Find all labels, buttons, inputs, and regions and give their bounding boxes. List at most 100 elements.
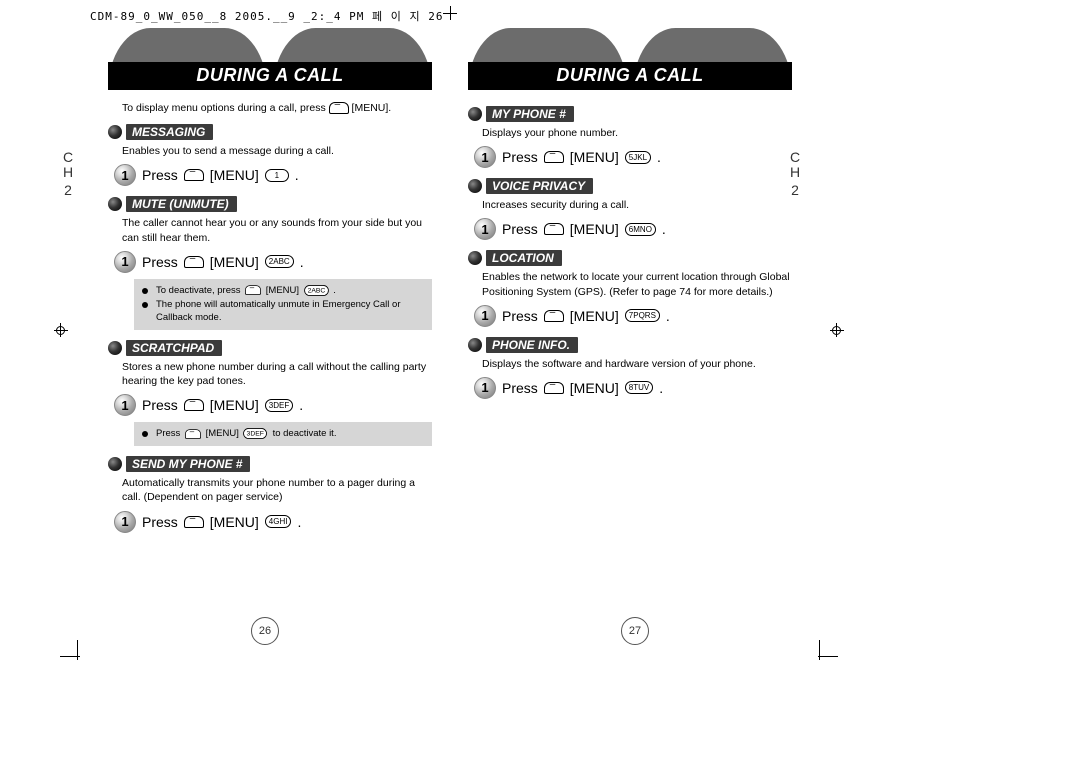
step-text: [MENU] <box>210 167 259 183</box>
soft-key-icon <box>544 223 564 235</box>
section-desc: Stores a new phone number during a call … <box>122 360 432 388</box>
step-text: Press <box>142 514 178 530</box>
step-text: . <box>659 380 663 396</box>
num-key-icon: 8TUV <box>625 381 653 394</box>
step-text: . <box>662 221 666 237</box>
num-key-icon: 2ABC <box>265 255 294 268</box>
step-row: 1 Press [MENU] 3DEF . <box>114 394 432 416</box>
note-text: . <box>333 285 336 296</box>
note-text: Press <box>156 428 183 439</box>
soft-key-icon <box>184 256 204 268</box>
step-text: Press <box>142 167 178 183</box>
section-label: PHONE INFO. <box>486 337 578 353</box>
section-label: SCRATCHPAD <box>126 340 222 356</box>
step-text: [MENU] <box>210 254 259 270</box>
crop-circle-icon <box>56 326 65 335</box>
note-text: The phone will automatically unmute in E… <box>156 298 424 326</box>
step-text: Press <box>502 149 538 165</box>
soft-key-icon <box>329 102 349 114</box>
bullet-icon <box>108 457 122 471</box>
step-number-icon: 1 <box>114 511 136 533</box>
crop-circle-icon <box>832 326 841 335</box>
note-text: to deactivate it. <box>273 428 337 439</box>
section-scratchpad: SCRATCHPAD <box>108 340 432 356</box>
bullet-icon <box>468 179 482 193</box>
page-spread: DURING A CALL To display menu options du… <box>80 20 820 643</box>
bullet-icon <box>108 341 122 355</box>
step-row: 1 Press [MENU] 2ABC . <box>114 251 432 273</box>
soft-key-icon <box>185 429 201 439</box>
crop-mark-icon <box>443 6 457 20</box>
section-mute: MUTE (UNMUTE) <box>108 196 432 212</box>
section-label: MY PHONE # <box>486 106 574 122</box>
intro-part: [MENU]. <box>352 102 392 114</box>
step-text: Press <box>142 254 178 270</box>
section-location: LOCATION <box>468 250 792 266</box>
step-number-icon: 1 <box>474 305 496 327</box>
soft-key-icon <box>245 285 261 295</box>
section-my-phone: MY PHONE # <box>468 106 792 122</box>
section-label: MUTE (UNMUTE) <box>126 196 237 212</box>
bullet-icon <box>142 302 148 308</box>
crop-mark <box>60 656 80 657</box>
ch-letter: H <box>63 165 73 180</box>
crop-mark <box>818 656 838 657</box>
num-key-icon: 4GHI <box>265 515 292 528</box>
page-number: 26 <box>251 617 279 645</box>
bullet-icon <box>108 197 122 211</box>
step-number-icon: 1 <box>474 146 496 168</box>
step-number-icon: 1 <box>114 394 136 416</box>
step-number-icon: 1 <box>114 251 136 273</box>
step-text: . <box>295 167 299 183</box>
num-key-icon: 1 <box>265 169 289 182</box>
page-left: DURING A CALL To display menu options du… <box>80 20 450 643</box>
num-key-icon: 3DEF <box>265 399 293 412</box>
bullet-icon <box>468 107 482 121</box>
bullet-icon <box>142 431 148 437</box>
section-desc: Displays the software and hardware versi… <box>482 357 792 371</box>
step-text: . <box>299 397 303 413</box>
section-desc: Increases security during a call. <box>482 198 792 212</box>
crop-mark <box>77 640 78 660</box>
step-number-icon: 1 <box>474 218 496 240</box>
step-text: [MENU] <box>570 221 619 237</box>
step-text: . <box>297 514 301 530</box>
step-row: 1 Press [MENU] 7PQRS . <box>474 305 792 327</box>
bullet-icon <box>108 125 122 139</box>
step-text: . <box>300 254 304 270</box>
step-number-icon: 1 <box>474 377 496 399</box>
section-messaging: MESSAGING <box>108 124 432 140</box>
soft-key-icon <box>544 151 564 163</box>
note-box: Press [MENU] 3DEF to deactivate it. <box>134 422 432 446</box>
step-number-icon: 1 <box>114 164 136 186</box>
crop-mark <box>819 640 820 660</box>
num-key-icon: 6MNO <box>625 223 656 236</box>
intro-part: To display menu options during a call, p… <box>122 102 329 114</box>
page-title: DURING A CALL <box>108 62 432 90</box>
step-text: [MENU] <box>210 514 259 530</box>
section-desc: Enables you to send a message during a c… <box>122 144 432 158</box>
step-text: . <box>657 149 661 165</box>
soft-key-icon <box>184 169 204 181</box>
section-voice-privacy: VOICE PRIVACY <box>468 178 792 194</box>
step-row: 1 Press [MENU] 4GHI . <box>114 511 432 533</box>
num-key-icon: 7PQRS <box>625 309 660 322</box>
num-key-icon: 3DEF <box>244 428 268 439</box>
section-phone-info: PHONE INFO. <box>468 337 792 353</box>
note-text: [MENU] <box>206 428 242 439</box>
step-text: Press <box>502 221 538 237</box>
bullet-icon <box>468 338 482 352</box>
page-number: 27 <box>621 617 649 645</box>
page-title: DURING A CALL <box>468 62 792 90</box>
step-text: [MENU] <box>210 397 259 413</box>
ch-number: 2 <box>63 183 73 198</box>
step-text: Press <box>142 397 178 413</box>
section-desc: The caller cannot hear you or any sounds… <box>122 216 432 244</box>
section-desc: Automatically transmits your phone numbe… <box>122 476 432 504</box>
intro-text: To display menu options during a call, p… <box>122 102 432 114</box>
section-label: SEND MY PHONE # <box>126 456 250 472</box>
ch-letter: C <box>63 150 73 165</box>
num-key-icon: 2ABC <box>304 285 329 296</box>
section-label: VOICE PRIVACY <box>486 178 593 194</box>
section-label: LOCATION <box>486 250 562 266</box>
